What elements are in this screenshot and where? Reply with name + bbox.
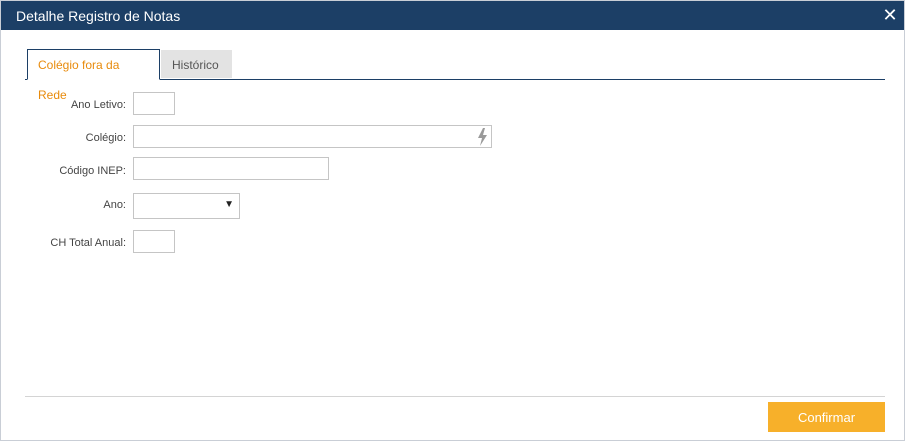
ch-total-anual-label: CH Total Anual: [50,237,126,249]
ano-letivo-input[interactable] [133,92,175,115]
footer-divider [25,396,885,397]
ano-select[interactable]: ▼ [133,193,240,219]
tab-historico[interactable]: Histórico [161,50,232,78]
tab-bar: Colégio fora da Rede Histórico [25,49,885,102]
ch-total-anual-input[interactable] [133,230,175,253]
tab-colegio-fora-da-rede[interactable]: Colégio fora da Rede [27,49,160,102]
ano-letivo-label: Ano Letivo: [70,99,126,111]
lightning-bolt-icon[interactable] [476,128,488,146]
close-icon[interactable]: ✕ [880,5,900,25]
colegio-label: Colégio: [85,132,126,144]
dialog-titlebar: Detalhe Registro de Notas ✕ [1,1,904,30]
dialog-title: Detalhe Registro de Notas [16,8,181,24]
codigo-inep-input[interactable] [133,157,329,180]
dropdown-arrow-icon: ▼ [224,199,234,210]
registro-notas-dialog: Detalhe Registro de Notas ✕ Colégio fora… [0,0,905,441]
confirm-button[interactable]: Confirmar [768,402,885,432]
colegio-input[interactable] [133,125,492,148]
ano-label: Ano: [103,199,126,211]
codigo-inep-label: Código INEP: [59,165,126,177]
